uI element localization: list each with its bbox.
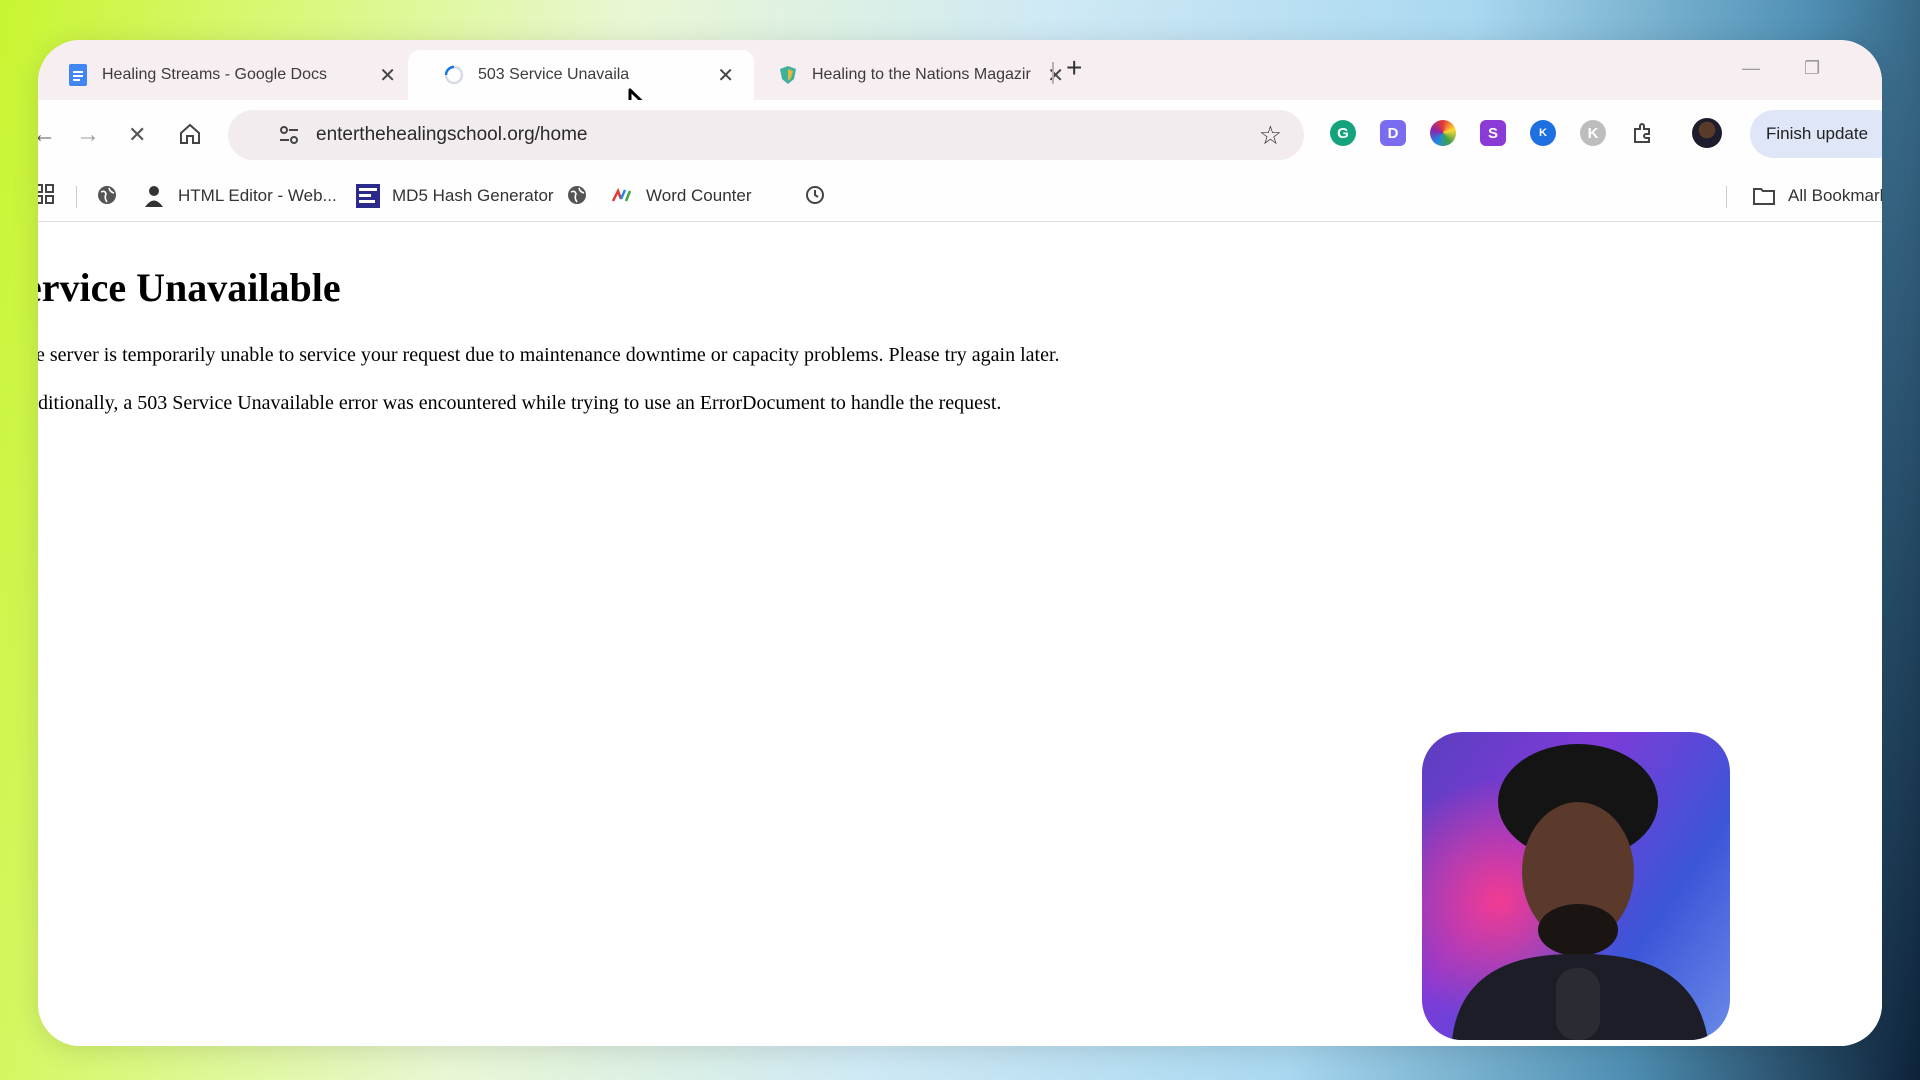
html-editor-icon — [142, 184, 166, 208]
minimize-icon[interactable]: — — [1742, 58, 1760, 79]
finish-update-button[interactable]: Finish update ⋮ — [1750, 110, 1882, 158]
error-message: ne server is temporarily unable to servi… — [38, 344, 1060, 366]
md5-tool-icon — [356, 184, 380, 208]
d-extension-icon[interactable]: D — [1380, 120, 1406, 146]
presenter-video — [1422, 732, 1730, 1040]
navigation-toolbar: ← → ✕ enterthehealingschool.org/home ☆ G… — [38, 100, 1882, 170]
bookmark-label: HTML Editor - Web... — [178, 186, 337, 205]
folder-icon — [1752, 184, 1776, 208]
close-icon[interactable]: ✕ — [1047, 63, 1064, 88]
restore-icon[interactable]: ❐ — [1804, 58, 1820, 79]
word-counter-icon — [610, 184, 634, 208]
bookmark-star-icon[interactable]: ☆ — [1259, 120, 1282, 151]
loading-spinner-icon — [444, 65, 464, 85]
history-icon[interactable] — [804, 184, 826, 206]
bookmark-label: MD5 Hash Generator — [392, 186, 554, 205]
all-bookmarks-button[interactable]: All Bookmark — [1752, 184, 1882, 208]
url-text: enterthehealingschool.org/home — [316, 124, 588, 145]
back-icon[interactable]: ← — [38, 122, 56, 148]
globe-bookmark-icon[interactable] — [96, 184, 118, 206]
tab-title: Healing Streams - Google Docs — [102, 66, 327, 83]
profile-avatar[interactable] — [1692, 118, 1722, 148]
home-icon[interactable] — [178, 122, 202, 152]
bookmark-word-counter[interactable]: Word Counter — [610, 184, 752, 208]
google-docs-icon — [68, 64, 88, 86]
stop-loading-icon[interactable]: ✕ — [128, 122, 146, 148]
keyword-extension-icon[interactable]: K — [1530, 120, 1556, 146]
bookmark-separator — [1726, 186, 1727, 208]
color-picker-extension-icon[interactable] — [1430, 120, 1456, 146]
all-bookmarks-label: All Bookmark — [1788, 186, 1882, 205]
globe-bookmark-icon[interactable] — [566, 184, 588, 206]
s-extension-icon[interactable]: S — [1480, 120, 1506, 146]
tab-title: Healing to the Nations Magazir — [812, 66, 1031, 83]
bookmark-html-editor[interactable]: HTML Editor - Web... — [142, 184, 337, 208]
close-icon[interactable]: ✕ — [379, 63, 396, 88]
forward-icon[interactable]: → — [76, 122, 100, 148]
new-tab-button[interactable]: + — [1066, 54, 1082, 82]
tab-healing-nations[interactable]: Healing to the Nations Magazir ✕ — [738, 50, 1078, 100]
error-detail: dditionally, a 503 Service Unavailable e… — [38, 392, 1002, 414]
apps-grid-icon[interactable] — [38, 184, 54, 204]
bookmarks-bar: HTML Editor - Web... MD5 Hash Generator … — [38, 170, 1882, 222]
menu-kebab-icon[interactable]: ⋮ — [1880, 122, 1882, 147]
grammarly-extension-icon[interactable]: G — [1330, 120, 1356, 146]
bookmark-md5-hash-generator[interactable]: MD5 Hash Generator — [356, 184, 554, 208]
tab-google-docs[interactable]: Healing Streams - Google Docs ✕ — [68, 50, 408, 100]
tab-strip: Healing Streams - Google Docs ✕ 503 Serv… — [38, 40, 1882, 144]
close-icon[interactable]: ✕ — [717, 63, 734, 88]
site-settings-icon[interactable] — [276, 122, 302, 148]
shield-favicon-icon — [778, 65, 798, 85]
extensions-puzzle-icon[interactable] — [1630, 120, 1656, 146]
webcam-overlay — [1422, 732, 1730, 1040]
tab-title: 503 Service Unavaila — [478, 66, 630, 83]
bookmark-separator — [76, 186, 77, 208]
page-heading: ervice Unavailable — [38, 265, 341, 310]
tab-503-service-unavailable[interactable]: 503 Service Unavaila ✕ — [408, 50, 754, 100]
k-extension-icon[interactable]: K — [1580, 120, 1606, 146]
finish-update-label: Finish update — [1766, 124, 1869, 143]
address-bar[interactable]: enterthehealingschool.org/home ☆ — [228, 110, 1304, 160]
tab-separator — [1052, 62, 1054, 84]
bookmark-label: Word Counter — [646, 186, 752, 205]
